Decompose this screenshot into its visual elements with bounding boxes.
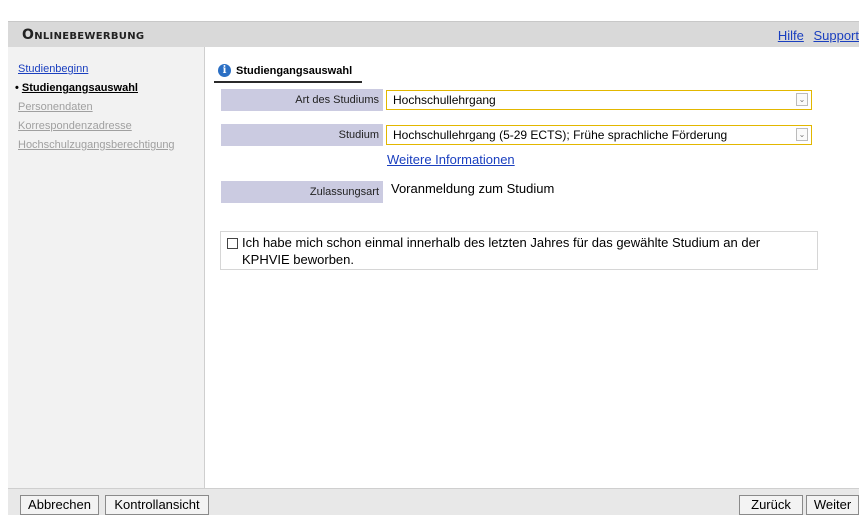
sidebar-item-personendaten: Personendaten: [18, 101, 175, 120]
support-link[interactable]: Support: [813, 28, 859, 43]
next-button[interactable]: Weiter: [806, 495, 859, 515]
active-bullet: •: [15, 82, 19, 94]
art-des-studiums-select[interactable]: Hochschullehrgang ⌄: [386, 90, 812, 110]
studium-value: Hochschullehrgang (5-29 ECTS); Frühe spr…: [393, 128, 728, 142]
prior-application-label[interactable]: Ich habe mich schon einmal innerhalb des…: [242, 234, 802, 268]
sidebar-item-label: Personendaten: [18, 101, 93, 113]
step-navigation: Studienbeginn • Studiengangsauswahl Perso…: [15, 63, 175, 158]
sidebar-item-studiengangsauswahl: • Studiengangsauswahl: [15, 82, 175, 101]
chevron-down-icon: ⌄: [796, 128, 808, 141]
sidebar-item-label: Hochschulzugangsberechtigung: [18, 139, 175, 151]
art-des-studiums-value: Hochschullehrgang: [393, 93, 496, 107]
review-button[interactable]: Kontrollansicht: [105, 495, 209, 515]
prior-application-checkbox[interactable]: [227, 238, 238, 249]
info-icon: i: [218, 64, 231, 77]
back-button[interactable]: Zurück: [739, 495, 803, 515]
tab-label: Studiengangsauswahl: [236, 64, 353, 77]
app-title: Onlinebewerbung: [22, 27, 145, 43]
header-links: Hilfe Support: [772, 28, 859, 43]
zulassungsart-value: Voranmeldung zum Studium: [391, 181, 555, 196]
zulassungsart-label: Zulassungsart: [221, 181, 383, 203]
sidebar-item-korrespondenzadresse: Korrespondenzadresse: [18, 120, 175, 139]
art-des-studiums-label: Art des Studiums: [221, 89, 383, 111]
sidebar-item-label[interactable]: Studienbeginn: [18, 63, 88, 75]
sidebar-item-hochschulzugangsberechtigung: Hochschulzugangsberechtigung: [18, 139, 175, 158]
sidebar-item-label: Studiengangsauswahl: [21, 82, 138, 94]
studium-select[interactable]: Hochschullehrgang (5-29 ECTS); Frühe spr…: [386, 125, 812, 145]
cancel-button[interactable]: Abbrechen: [20, 495, 99, 515]
more-info-link[interactable]: Weitere Informationen: [387, 152, 515, 167]
sidebar: Studienbeginn • Studiengangsauswahl Perso…: [8, 47, 205, 488]
studium-label: Studium: [221, 124, 383, 146]
tab-studiengangsauswahl[interactable]: i Studiengangsauswahl: [214, 60, 363, 83]
prior-application-box: Ich habe mich schon einmal innerhalb des…: [220, 231, 818, 270]
app-header: Onlinebewerbung Hilfe Support: [8, 21, 859, 47]
help-link[interactable]: Hilfe: [778, 28, 804, 43]
chevron-down-icon: ⌄: [796, 93, 808, 106]
sidebar-item-studienbeginn[interactable]: Studienbeginn: [18, 63, 175, 82]
sidebar-item-label: Korrespondenzadresse: [18, 120, 132, 132]
footer-bar: Abbrechen Kontrollansicht Zurück Weiter: [8, 488, 859, 515]
